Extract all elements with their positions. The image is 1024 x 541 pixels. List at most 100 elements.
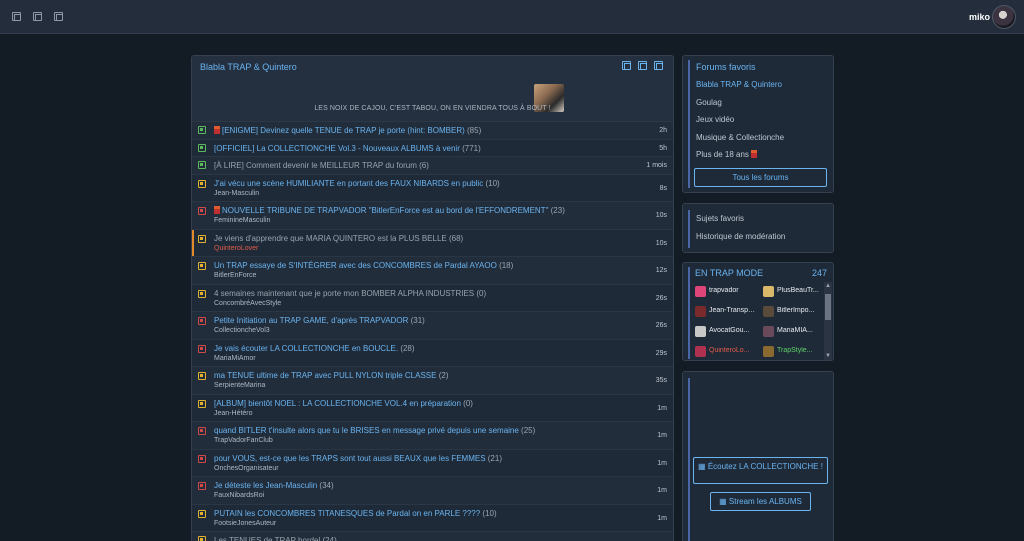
listen-collection-button[interactable]: ▦ Écoutez LA COLLECTIONCHE ! <box>693 457 828 484</box>
topic-author[interactable]: FootsieJonesAuteur <box>214 520 276 527</box>
topic-time: 1 mois <box>646 162 667 169</box>
scroll-thumb[interactable] <box>825 294 831 320</box>
topic-title[interactable]: [ALBUM] bientôt NOEL : LA COLLECTIONCHE … <box>214 399 473 408</box>
topic-author[interactable]: TrapVadorFanClub <box>214 437 273 444</box>
topic-title[interactable]: [ENIGME] Devinez quelle TENUE de TRAP je… <box>214 126 481 135</box>
topic-title[interactable]: [OFFICIEL] La COLLECTIONCHE Vol.3 - Nouv… <box>214 144 481 153</box>
links-card: Sujets favoris Historique de modération <box>682 203 834 253</box>
topic-status-icon <box>198 126 206 134</box>
all-forums-button[interactable]: Tous les forums <box>694 168 827 187</box>
topic-title[interactable]: J'ai vécu une scène HUMILIANTE en portan… <box>214 179 500 188</box>
stream-albums-button[interactable]: ▦ Stream les ALBUMS <box>710 492 811 511</box>
favorite-item[interactable]: Musique & Collectionche <box>696 133 784 142</box>
scrollbar[interactable]: ▲ ▼ <box>824 282 832 360</box>
forum-icon[interactable] <box>654 61 663 70</box>
topic-title-text: J'ai vécu une scène HUMILIANTE en portan… <box>214 178 484 188</box>
topic-title[interactable]: quand BITLER t'insulte alors que tu le B… <box>214 426 535 435</box>
avatar[interactable] <box>992 5 1016 29</box>
user-name: MariaMIA... <box>777 327 813 334</box>
warning-icon <box>214 206 220 214</box>
topic-row[interactable]: [ENIGME] Devinez quelle TENUE de TRAP je… <box>192 122 673 140</box>
topic-title[interactable]: Les TENUES de TRAP bordel (24) <box>214 536 337 541</box>
forum-icon[interactable] <box>12 12 21 21</box>
online-user[interactable]: PlusBeauTr... <box>763 286 829 303</box>
online-user[interactable]: BitlerImpo... <box>763 306 829 323</box>
topic-author[interactable]: ConcombréAvecStyle <box>214 300 281 307</box>
topic-title[interactable]: Petite Initiation au TRAP GAME, d'après … <box>214 316 425 325</box>
topic-row[interactable]: Je déteste les Jean-Masculin (34) FauxNib… <box>192 477 673 505</box>
topic-title[interactable]: 4 semaines maintenant que je porte mon B… <box>214 289 486 298</box>
favorite-item[interactable]: Jeux vidéo <box>696 115 734 124</box>
favorite-item[interactable]: Goulag <box>696 98 722 107</box>
topic-author[interactable]: Jean-Masculin <box>214 190 259 197</box>
topic-row[interactable]: pour VOUS, est-ce que les TRAPS sont tou… <box>192 450 673 477</box>
topic-title[interactable]: Un TRAP essaye de S'INTÉGRER avec des CO… <box>214 261 513 270</box>
topic-time: 10s <box>655 239 667 247</box>
user-avatar <box>763 326 774 337</box>
topic-author[interactable]: CollectioncheVol3 <box>214 327 270 334</box>
music-icon: ▦ <box>698 462 708 471</box>
topic-row[interactable]: quand BITLER t'insulte alors que tu le B… <box>192 422 673 450</box>
topic-row[interactable]: Je vais écouter LA COLLECTIONCHE en BOUC… <box>192 340 673 367</box>
trapmode-title: EN TRAP MODE <box>695 268 764 278</box>
topic-row[interactable]: Les TENUES de TRAP bordel (24) <box>192 532 673 541</box>
topic-status-icon <box>198 317 206 325</box>
user-avatar <box>763 286 774 297</box>
topic-title[interactable]: NOUVELLE TRIBUNE DE TRAPVADOR "BitlerEnF… <box>214 206 565 215</box>
forum-icon[interactable] <box>638 61 647 70</box>
topic-title-text: quand BITLER t'insulte alors que tu le B… <box>214 426 519 435</box>
online-user[interactable]: TrapStyle... <box>763 346 829 360</box>
topic-row[interactable]: ma TENUE ultime de TRAP avec PULL NYLON … <box>192 367 673 395</box>
topic-author[interactable]: FauxNibardsRoi <box>214 492 264 499</box>
topic-title[interactable]: [À LIRE] Comment devenir le MEILLEUR TRA… <box>214 161 429 170</box>
username[interactable]: miko <box>969 12 990 22</box>
topic-row[interactable]: J'ai vécu une scène HUMILIANTE en portan… <box>192 175 673 202</box>
topic-row[interactable]: PUTAIN les CONCOMBRES TITANESQUES de Par… <box>192 505 673 532</box>
topic-author[interactable]: MariaMiAmor <box>214 355 256 362</box>
topic-title[interactable]: Je vais écouter LA COLLECTIONCHE en BOUC… <box>214 344 415 353</box>
forum-icon[interactable] <box>54 12 63 21</box>
topic-status-icon <box>198 143 206 152</box>
topic-title[interactable]: pour VOUS, est-ce que les TRAPS sont tou… <box>214 454 502 463</box>
topic-row[interactable]: NOUVELLE TRIBUNE DE TRAPVADOR "BitlerEnF… <box>192 202 673 230</box>
topic-time: 1m <box>657 514 667 522</box>
forum-icon[interactable] <box>622 61 631 70</box>
user-name: AvocatGou... <box>709 327 750 334</box>
topic-author[interactable]: FeminineMasculin <box>214 217 270 224</box>
online-user[interactable]: trapvador <box>695 286 761 303</box>
forum-title[interactable]: Blabla TRAP & Quintero <box>200 62 297 72</box>
topic-row[interactable]: [OFFICIEL] La COLLECTIONCHE Vol.3 - Nouv… <box>192 140 673 157</box>
topic-title[interactable]: Je déteste les Jean-Masculin (34) <box>214 481 334 490</box>
online-user[interactable]: AvocatGou... <box>695 326 761 343</box>
online-user[interactable]: Jean-Transphobe <box>695 306 761 323</box>
topic-row[interactable]: [ALBUM] bientôt NOEL : LA COLLECTIONCHE … <box>192 395 673 422</box>
topic-row[interactable]: [À LIRE] Comment devenir le MEILLEUR TRA… <box>192 157 673 175</box>
online-user[interactable]: MariaMIA... <box>763 326 829 343</box>
topic-author[interactable]: QuinteroLover <box>214 245 258 252</box>
scroll-up-icon[interactable]: ▲ <box>824 282 832 290</box>
topic-time: 29s <box>655 349 667 357</box>
topic-row[interactable]: Un TRAP essaye de S'INTÉGRER avec des CO… <box>192 257 673 285</box>
topic-title[interactable]: ma TENUE ultime de TRAP avec PULL NYLON … <box>214 371 448 380</box>
online-user[interactable]: QuinteroLo... <box>695 346 761 360</box>
topic-title[interactable]: PUTAIN les CONCOMBRES TITANESQUES de Par… <box>214 509 497 518</box>
topic-author[interactable]: SerpienteMarina <box>214 382 265 389</box>
topic-status-icon <box>198 161 206 169</box>
favorite-item[interactable]: Blabla TRAP & Quintero <box>696 80 782 89</box>
favorite-topics-link[interactable]: Sujets favoris <box>696 214 744 223</box>
topic-status-icon <box>198 509 206 518</box>
topic-time: 1m <box>657 404 667 412</box>
topic-author[interactable]: Jean-Hétéro <box>214 410 253 417</box>
forum-icon[interactable] <box>33 12 42 21</box>
scroll-down-icon[interactable]: ▼ <box>824 352 832 360</box>
topic-title[interactable]: Je viens d'apprendre que MARIA QUINTERO … <box>214 234 463 243</box>
topic-author[interactable]: OnchesOrganisateur <box>214 465 279 472</box>
favorite-item[interactable]: Plus de 18 ans <box>696 150 759 159</box>
reply-count: (23) <box>550 206 565 215</box>
topic-title-text: pour VOUS, est-ce que les TRAPS sont tou… <box>214 453 486 463</box>
topic-row[interactable]: Je viens d'apprendre que MARIA QUINTERO … <box>192 229 673 257</box>
topic-row[interactable]: Petite Initiation au TRAP GAME, d'après … <box>192 312 673 340</box>
moderation-history-link[interactable]: Historique de modération <box>696 232 785 241</box>
topic-author[interactable]: BitlerEnForce <box>214 272 256 279</box>
topic-row[interactable]: 4 semaines maintenant que je porte mon B… <box>192 285 673 312</box>
